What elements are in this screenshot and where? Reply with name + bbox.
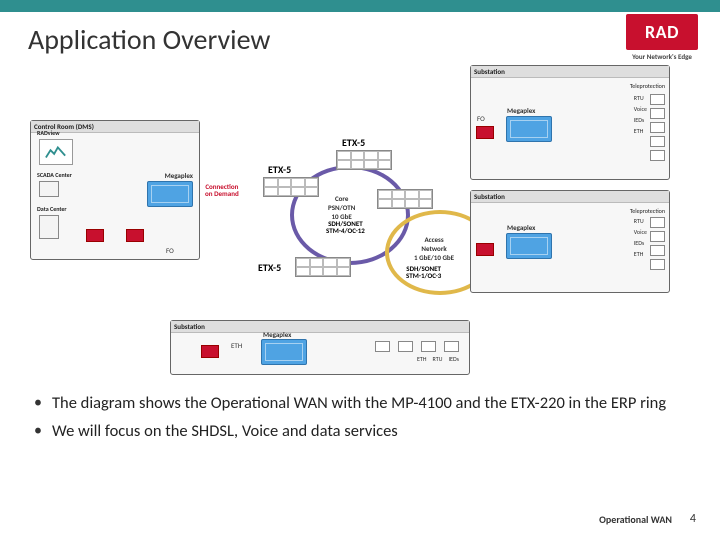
sdh-access-label: SDH/SONET STM-1/OC-3 (406, 265, 441, 280)
footer-section-label: Operational WAN (599, 513, 672, 526)
megaplex-sub2-label: Megaplex (507, 223, 535, 232)
voice-label: Voice (634, 105, 647, 113)
megaplex-sub3 (261, 339, 307, 365)
port-icon (398, 341, 413, 352)
top-accent-bar (0, 0, 720, 12)
megaplex-sub2 (506, 233, 552, 259)
ieds-label-3: IEDs (449, 355, 459, 363)
rtu-label: RTU (634, 94, 647, 102)
radview-icon (39, 139, 73, 165)
bullet-item: The diagram shows the Operational WAN wi… (30, 392, 690, 414)
etx-sub2 (476, 243, 494, 256)
eth-label: ETH (634, 127, 647, 135)
etx-sub3 (201, 345, 219, 358)
teleprot-sub1: Teleprotection (630, 82, 665, 90)
port-icon (650, 245, 665, 256)
rad-logo-icon: RAD (626, 14, 698, 50)
etx5-top-label: ETX-5 (342, 136, 365, 149)
datacenter-label: Data Center (37, 205, 67, 213)
fo-sub1: FO (477, 114, 485, 123)
radview-label: RADview (37, 129, 60, 137)
megaplex-sub1 (506, 116, 552, 142)
port-icon (650, 94, 665, 105)
brand-logo: RAD Your Network's Edge (626, 14, 698, 61)
etx-box-a (86, 229, 104, 242)
ports-sub1 (650, 94, 665, 161)
bullet-list: The diagram shows the Operational WAN wi… (30, 392, 690, 449)
datacenter-icon (39, 215, 59, 239)
ports-sub2 (650, 217, 665, 270)
scada-label: SCADA Center (37, 171, 72, 179)
port-icon (650, 259, 665, 270)
rtu-label-3: RTU (433, 355, 443, 363)
megaplex-sub1-label: Megaplex (507, 106, 535, 115)
etx5-bottom (295, 257, 351, 277)
ieds-label-2: IEDs (634, 239, 647, 247)
eth-label-2: ETH (634, 250, 647, 258)
port-icon (444, 341, 459, 352)
voice-label-2: Voice (634, 228, 647, 236)
megaplex-control-label: Megaplex (165, 171, 193, 180)
megaplex-sub3-label: Megaplex (263, 330, 291, 339)
fo-label-control: FO (166, 246, 174, 255)
network-diagram: Core PSN/OTN 10 GbE Access Network 1 GbE… (30, 65, 690, 375)
brand-tagline: Your Network's Edge (626, 52, 698, 61)
port-icon (650, 136, 665, 147)
etx5-bottom-label: ETX-5 (258, 261, 281, 274)
port-icon (650, 231, 665, 242)
access-ring-label: Access Network 1 GbE/10 GbE (414, 235, 454, 262)
slide: Application Overview RAD Your Network's … (0, 0, 720, 540)
substation-1-area: Substation Megaplex FO Teleprotection RT… (470, 65, 670, 180)
eth-label-3: ETH (417, 355, 427, 363)
page-title: Application Overview (28, 22, 270, 57)
etx5-top (336, 150, 392, 170)
substation-2-header: Substation (471, 191, 669, 203)
substation-2-area: Substation Megaplex Teleprotection RTU V… (470, 190, 670, 293)
substation-3-area: Substation Megaplex ETH ETH RTU IEDs (170, 320, 470, 375)
connection-on-demand-label: Connection on Demand (205, 183, 239, 198)
port-icon (650, 108, 665, 119)
core-ring-label: Core PSN/OTN 10 GbE (328, 194, 355, 221)
scada-icon (39, 181, 59, 197)
footer-page-number: 4 (690, 512, 696, 526)
teleprot-sub2: Teleprotection (630, 207, 665, 215)
control-room-area: Control Room (DMS) RADview SCADA Center … (30, 120, 200, 260)
bullet-item: We will focus on the SHDSL, Voice and da… (30, 420, 690, 442)
substation-1-header: Substation (471, 66, 669, 78)
ieds-label: IEDs (634, 116, 647, 124)
etx5-left-label: ETX-5 (268, 163, 291, 176)
rtu-label-2: RTU (634, 217, 647, 225)
sdh-core-label: SDH/SONET STM-4/OC-12 (326, 220, 365, 235)
megaplex-control (147, 181, 193, 207)
etx5-mid (377, 189, 433, 209)
substation-3-header: Substation (171, 321, 469, 333)
port-icon (421, 341, 436, 352)
port-icon (650, 150, 665, 161)
eth-sub3: ETH (231, 341, 242, 350)
etx-box-b (126, 229, 144, 242)
port-icon (650, 217, 665, 228)
port-icon (650, 122, 665, 133)
etx-sub1 (476, 126, 494, 139)
port-icon (375, 341, 390, 352)
etx5-left (263, 177, 319, 197)
